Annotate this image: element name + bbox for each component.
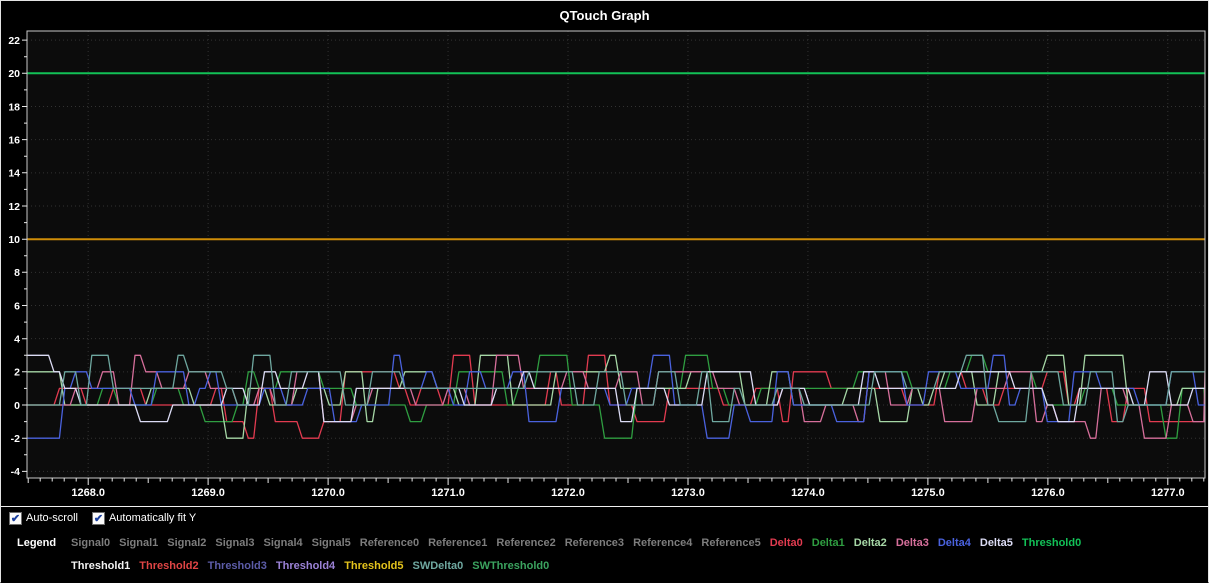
- legend-item-reference3[interactable]: Reference3: [565, 537, 624, 549]
- legend-item-reference2[interactable]: Reference2: [496, 537, 555, 549]
- legend-item-reference5[interactable]: Reference5: [701, 537, 760, 549]
- x-tick-label: 1273.0: [671, 487, 705, 499]
- legend-item-threshold3[interactable]: Threshold3: [208, 560, 267, 572]
- fit-y-label: Automatically fit Y: [109, 512, 196, 524]
- fit-y-checkbox[interactable]: ✔ Automatically fit Y: [92, 512, 196, 525]
- qtouch-graph-window: QTouch Graph 1268.0 1269.0 1270.0 1271.0 127…: [0, 0, 1209, 583]
- legend-item-signal5[interactable]: Signal5: [312, 537, 351, 549]
- legend-row-2: Threshold1 Threshold2 Threshold3 Threshold4…: [1, 554, 1208, 577]
- legend-item-threshold0[interactable]: Threshold0: [1022, 537, 1081, 549]
- legend-item-delta4[interactable]: Delta4: [938, 537, 971, 549]
- y-tick-label: 22: [8, 35, 20, 47]
- legend-item-signal2[interactable]: Signal2: [167, 537, 206, 549]
- x-tick-label: 1272.0: [551, 487, 585, 499]
- legend-row-items: Signal0 Signal1 Signal2 Signal3 Signal4 Signa…: [71, 537, 1081, 549]
- chart-canvas[interactable]: 1268.0 1269.0 1270.0 1271.0 1272.0 1273.0 1274…: [1, 30, 1208, 508]
- auto-scroll-label: Auto-scroll: [26, 512, 78, 524]
- y-tick-label: -4: [11, 466, 20, 478]
- x-tick-label: 1274.0: [791, 487, 825, 499]
- y-tick-label: 18: [8, 101, 20, 113]
- y-tick-label: 4: [14, 334, 20, 346]
- y-tick-label: 20: [8, 68, 20, 80]
- legend-item-reference0[interactable]: Reference0: [360, 537, 419, 549]
- y-tick-label: 16: [8, 134, 20, 146]
- legend-row-items: Threshold1 Threshold2 Threshold3 Threshold4…: [71, 560, 549, 572]
- legend-item-delta0[interactable]: Delta0: [770, 537, 803, 549]
- y-tick-label: -2: [11, 433, 20, 445]
- x-tick-label: 1277.0: [1151, 487, 1185, 499]
- y-tick-label: 8: [14, 267, 20, 279]
- legend-item-delta5[interactable]: Delta5: [980, 537, 1013, 549]
- legend-item-swdelta0[interactable]: SWDelta0: [412, 560, 463, 572]
- x-tick-label: 1275.0: [911, 487, 945, 499]
- legend-item-threshold1[interactable]: Threshold1: [71, 560, 130, 572]
- x-axis-ticks: [28, 478, 1204, 485]
- legend-item-swthreshold0[interactable]: SWThreshold0: [472, 560, 549, 572]
- y-tick-label: 2: [14, 367, 20, 379]
- y-tick-label: 0: [14, 400, 20, 412]
- y-tick-label: 6: [14, 300, 20, 312]
- y-tick-label: 14: [8, 168, 20, 180]
- plot-area[interactable]: [27, 31, 1205, 478]
- x-tick-label: 1269.0: [191, 487, 225, 499]
- x-tick-label: 1276.0: [1031, 487, 1065, 499]
- legend: Legend Signal0Signal1Signal2Signal3Signa…: [1, 531, 1208, 577]
- y-tick-label: 12: [8, 201, 20, 213]
- auto-scroll-checkbox[interactable]: ✔ Auto-scroll: [9, 512, 78, 525]
- legend-item-signal1[interactable]: Signal1: [119, 537, 158, 549]
- legend-item-delta2[interactable]: Delta2: [854, 537, 887, 549]
- x-tick-label: 1268.0: [71, 487, 105, 499]
- window-title: QTouch Graph: [559, 8, 649, 23]
- y-axis-ticks: [22, 40, 27, 471]
- legend-item-threshold2[interactable]: Threshold2: [139, 560, 198, 572]
- window-titlebar: QTouch Graph: [1, 1, 1208, 30]
- legend-title: Legend: [17, 537, 71, 549]
- checkbox-checked-icon: ✔: [9, 512, 22, 525]
- controls-bar: ✔ Auto-scroll ✔ Automatically fit Y: [9, 509, 196, 527]
- legend-item-delta3[interactable]: Delta3: [896, 537, 929, 549]
- legend-item-threshold4[interactable]: Threshold4: [276, 560, 335, 572]
- y-tick-label: 10: [8, 234, 20, 246]
- legend-item-threshold5[interactable]: Threshold5: [344, 560, 403, 572]
- legend-item-reference4[interactable]: Reference4: [633, 537, 692, 549]
- legend-row-1: Legend Signal0Signal1Signal2Signal3Signa…: [1, 531, 1208, 554]
- legend-item-signal4[interactable]: Signal4: [264, 537, 303, 549]
- legend-item-delta1[interactable]: Delta1: [812, 537, 845, 549]
- x-tick-label: 1270.0: [311, 487, 345, 499]
- legend-item-reference1[interactable]: Reference1: [428, 537, 487, 549]
- legend-item-signal3[interactable]: Signal3: [215, 537, 254, 549]
- checkbox-checked-icon: ✔: [92, 512, 105, 525]
- x-tick-label: 1271.0: [431, 487, 465, 499]
- legend-item-signal0[interactable]: Signal0: [71, 537, 110, 549]
